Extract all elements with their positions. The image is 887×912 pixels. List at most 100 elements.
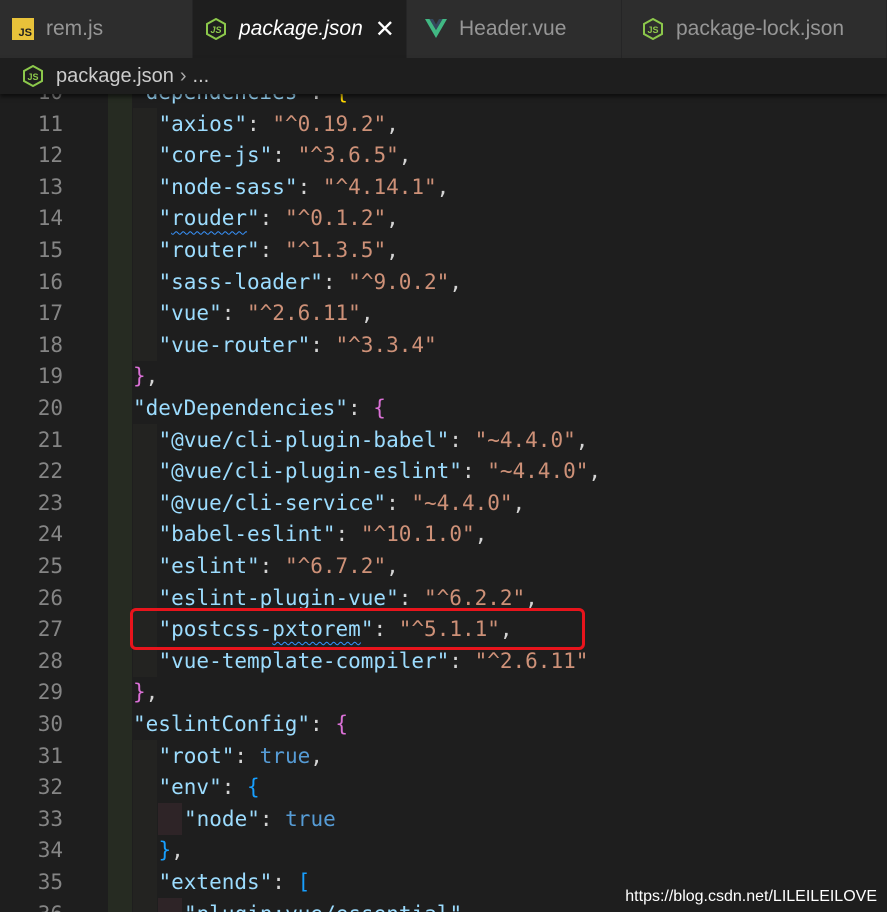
close-icon[interactable]: ✕ (375, 15, 395, 44)
code-token: "@vue/cli-plugin-eslint" (158, 459, 462, 484)
code-text: "devDependencies": { (133, 392, 386, 424)
tab-label: package.json (239, 17, 363, 40)
code-text: "axios": "^0.19.2", (159, 108, 399, 140)
code-text: "eslintConfig": { (133, 708, 348, 740)
code-text: "plugin:vue/essential", (184, 898, 475, 912)
code-token: : (449, 427, 475, 452)
indent-guide (108, 739, 132, 772)
code-token: : (322, 269, 349, 294)
code-token: , (462, 902, 475, 912)
code-token: "vue-template-compiler" (158, 648, 450, 673)
indent-guide (108, 328, 132, 361)
indent-guide (108, 423, 132, 456)
line-number: 10 (0, 94, 63, 108)
code-token: } (158, 838, 172, 863)
indent-guide (133, 739, 157, 772)
code-token: "babel-eslint" (158, 522, 336, 547)
indent-guide (133, 265, 157, 298)
tab-package-json[interactable]: JS package.json ✕ (193, 0, 407, 58)
code-text: "node-sass": "^4.14.1", (159, 171, 450, 203)
code-line: 13 "node-sass": "^4.14.1", (0, 170, 887, 203)
code-line: 17 "vue": "^2.6.11", (0, 297, 887, 330)
code-text: "root": true, (159, 740, 323, 772)
code-text: "dependencies": { (133, 94, 348, 108)
code-token: } (133, 680, 146, 705)
tab-label: Header.vue (459, 17, 567, 40)
indent-guide (108, 771, 132, 804)
code-token: : (259, 554, 285, 578)
svg-text:JS: JS (210, 25, 221, 35)
line-number: 12 (37, 143, 63, 168)
svg-text:JS: JS (27, 72, 38, 82)
code-token: : (386, 490, 412, 515)
code-editor[interactable]: 10"dependencies": {11"axios": "^0.19.2",… (0, 94, 887, 912)
tab-header-vue[interactable]: Header.vue (407, 0, 622, 58)
line-number: 35 (37, 870, 63, 894)
code-token: } (133, 364, 146, 389)
code-token: : (310, 332, 336, 357)
code-token: "root" (158, 743, 235, 768)
indent-guide (108, 107, 132, 140)
vue-file-icon (425, 18, 447, 40)
line-number: 14 (37, 206, 63, 231)
indent-guide (108, 94, 132, 108)
indent-guide (108, 486, 132, 519)
indent-guide (133, 550, 157, 582)
watermark: https://blog.csdn.net/LILEILEILOVE (625, 888, 877, 905)
code-line: 14 "rouder": "^0.1.2", (0, 202, 887, 235)
code-token: "plugin:vue/essential" (184, 902, 462, 912)
indent-guide (158, 897, 182, 912)
line-number: 21 (37, 427, 63, 452)
code-token: "^3.6.5" (297, 143, 399, 168)
tab-package-lock-json[interactable]: JS package-lock.json (622, 0, 887, 58)
code-token: , (386, 554, 399, 578)
code-line: 32 "env": { (0, 771, 887, 804)
indent-guide (108, 897, 132, 912)
indent-guide (108, 613, 132, 646)
line-number: 18 (37, 332, 63, 357)
code-token: " (247, 206, 260, 231)
breadcrumb-more[interactable]: ... (193, 65, 210, 88)
code-token: "^6.7.2" (284, 554, 387, 578)
code-token: , (145, 680, 159, 705)
code-text: "core-js": "^3.6.5", (159, 139, 412, 171)
indent-guide (133, 834, 157, 867)
code-token: "eslint" (158, 554, 260, 578)
code-line: 24 "babel-eslint": "^10.1.0", (0, 518, 887, 551)
code-line: 21 "@vue/cli-plugin-babel": "~4.4.0", (0, 423, 887, 456)
line-number: 26 (37, 585, 63, 610)
indent-guide (108, 708, 132, 740)
indent-guide (108, 518, 132, 551)
line-number: 36 (0, 898, 63, 912)
indent-guide (108, 834, 132, 867)
line-number: 31 (37, 743, 63, 768)
code-token: , (145, 364, 159, 389)
code-text: "sass-loader": "^9.0.2", (159, 266, 462, 298)
code-token: { (335, 94, 348, 104)
indent-guide (108, 581, 132, 614)
code-token: "~4.4.0" (474, 427, 576, 452)
code-token: true (285, 806, 336, 831)
tab-label: rem.js (46, 17, 104, 40)
tab-rem-js[interactable]: JS rem.js (0, 0, 193, 58)
indent-guide (108, 866, 132, 898)
code-token: "~4.4.0" (411, 490, 513, 515)
indent-guide (133, 328, 157, 361)
nodejs-file-icon: JS (642, 18, 664, 40)
line-number: 24 (37, 522, 63, 547)
code-line: 22 "@vue/cli-plugin-eslint": "~4.4.0", (0, 455, 887, 488)
line-number: 17 (37, 301, 63, 326)
breadcrumb-file[interactable]: package.json (56, 65, 174, 88)
line-number: 25 (37, 554, 63, 578)
code-text: }, (159, 834, 184, 866)
code-token: "eslintConfig" (133, 712, 311, 736)
code-token: "^2.6.11" (247, 301, 361, 326)
code-text: "rouder": "^0.1.2", (159, 202, 399, 234)
code-token: : (272, 143, 298, 168)
code-token: , (386, 206, 399, 231)
code-token: , (436, 174, 450, 199)
indent-guide (133, 802, 157, 835)
code-token: "^0.1.2" (284, 206, 387, 231)
code-text: "babel-eslint": "^10.1.0", (159, 518, 488, 550)
nodejs-file-icon: JS (22, 65, 44, 87)
